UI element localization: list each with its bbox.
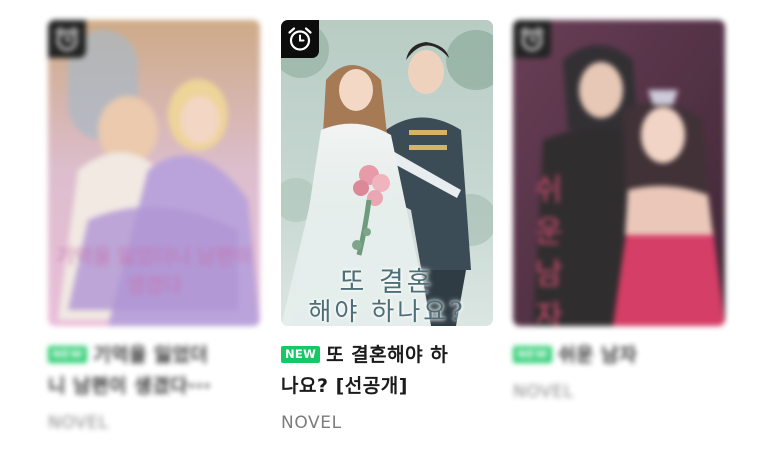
wait-free-badge: [513, 20, 551, 58]
cover-title-art: 쉬운 남자: [535, 173, 563, 326]
wait-free-badge: [48, 20, 86, 58]
card-title-line2: 니 남편이 생겼다···: [48, 375, 212, 397]
card-title-line1: 또 결혼해야 하: [326, 344, 449, 366]
alarm-clock-icon: [288, 27, 312, 51]
alarm-clock-icon: [520, 27, 544, 51]
card-title[interactable]: NEW 기억을 잃었더 니 남편이 생겼다···: [48, 340, 260, 402]
new-badge: NEW: [513, 346, 553, 363]
card-title-line1: 쉬운 남자: [558, 344, 638, 366]
cover-image[interactable]: 또 결혼 해야 하나요?: [281, 20, 493, 326]
card-title-line2: 나요? [선공개]: [281, 375, 408, 397]
cover-image[interactable]: 기억을 잃었더니 남편이 생겼다: [48, 20, 260, 326]
alarm-clock-icon: [55, 27, 79, 51]
cover-image[interactable]: 쉬운 남자: [513, 20, 725, 326]
card-category: NOVEL: [281, 413, 342, 433]
cover-title-art: 기억을 잃었더니 남편이 생겼다: [55, 244, 253, 297]
card-title-line1: 기억을 잃었더: [93, 344, 209, 366]
wait-free-badge: [281, 20, 319, 58]
new-badge: NEW: [48, 346, 88, 363]
new-badge: NEW: [281, 346, 321, 363]
card-title[interactable]: NEW 또 결혼해야 하 나요? [선공개]: [281, 340, 493, 402]
card-category: NOVEL: [48, 413, 109, 433]
card-title[interactable]: NEW 쉬운 남자: [513, 340, 725, 371]
card-category: NOVEL: [513, 382, 574, 402]
cover-title-art: 해야 하나요?: [308, 297, 466, 326]
